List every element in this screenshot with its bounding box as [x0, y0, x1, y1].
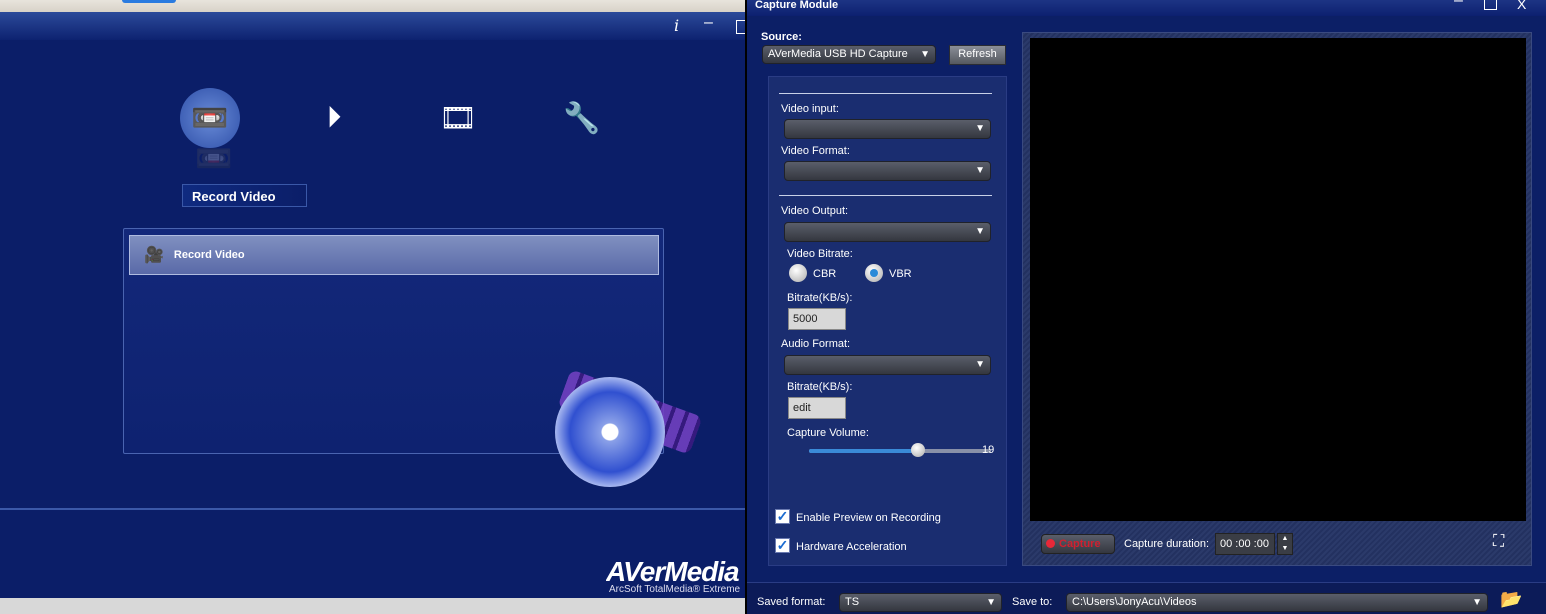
maximize-button[interactable] — [736, 20, 745, 34]
info-button[interactable]: i — [674, 16, 679, 35]
taskbar-button — [122, 0, 176, 3]
nav-settings[interactable]: 🔧 — [552, 88, 612, 148]
audio-format-dropdown[interactable]: ▼ — [784, 355, 991, 375]
capture-button-label: Capture — [1059, 538, 1101, 550]
video-output-dropdown[interactable]: ▼ — [784, 222, 991, 242]
video-tape-icon: 📼 — [191, 101, 229, 135]
nav-play[interactable]: ⏵ — [304, 88, 364, 148]
minimize-button[interactable]: – — [704, 14, 713, 32]
enable-preview-label: Enable Preview on Recording — [796, 512, 941, 524]
hardware-acceleration-checkbox[interactable]: ✓ — [775, 538, 790, 553]
disc-decoration-icon — [555, 377, 665, 487]
minimize-button[interactable]: – — [1454, 0, 1463, 10]
divider — [0, 508, 745, 510]
cbr-radio[interactable] — [789, 264, 807, 282]
vbr-radio[interactable] — [865, 264, 883, 282]
close-button[interactable]: X — [1517, 0, 1526, 12]
chevron-down-icon[interactable]: ▼ — [1278, 544, 1292, 554]
fullscreen-icon[interactable]: ⛶ — [1493, 533, 1504, 551]
video-bitrate-kb-label: Bitrate(KB/s): — [787, 292, 853, 304]
camcorder-icon: 🎥 — [144, 247, 164, 264]
source-dropdown[interactable]: AVerMedia USB HD Capture ▼ — [762, 45, 936, 64]
video-bitrate-label: Video Bitrate: — [787, 248, 853, 260]
wrench-icon: 🔧 — [563, 101, 601, 135]
play-icon: ⏵ — [326, 101, 342, 134]
reflection: 📼 — [195, 141, 233, 174]
nav-record-video[interactable]: 📼 — [180, 88, 240, 148]
active-section-label: Record Video — [182, 184, 307, 207]
maximize-button[interactable] — [1484, 0, 1497, 10]
preview-frame: Capture Capture duration: 00 :00 :00 ▲ ▼ … — [1022, 32, 1532, 566]
film-strip-icon: 🎞 — [438, 101, 478, 135]
video-output-label: Video Output: — [781, 205, 849, 217]
capture-duration-label: Capture duration: — [1124, 538, 1209, 550]
save-to-dropdown[interactable]: C:\Users\JonyAcu\Videos ▼ — [1066, 593, 1488, 612]
slider-handle[interactable] — [911, 443, 926, 457]
nav-edit-film[interactable]: 🎞 — [428, 88, 488, 148]
capture-button[interactable]: Capture — [1041, 534, 1115, 554]
video-preview — [1030, 38, 1526, 521]
cbr-label: CBR — [813, 268, 837, 280]
capture-volume-label: Capture Volume: — [787, 427, 869, 439]
chevron-down-icon: ▼ — [975, 123, 985, 134]
chevron-down-icon: ▼ — [975, 165, 985, 176]
chevron-down-icon: ▼ — [975, 226, 985, 237]
record-icon — [1046, 539, 1055, 548]
slider-fill — [809, 449, 919, 453]
video-format-label: Video Format: — [781, 145, 850, 157]
video-input-dropdown[interactable]: ▼ — [784, 119, 991, 139]
enable-preview-checkbox[interactable]: ✓ — [775, 509, 790, 524]
saved-format-dropdown[interactable]: TS ▼ — [839, 593, 1002, 612]
capture-duration-input[interactable]: 00 :00 :00 — [1215, 533, 1275, 555]
settings-panel: Video input: ▼ Video Format: ▼ Video Out… — [768, 76, 1007, 566]
capture-volume-value: 19 — [982, 444, 995, 456]
duration-spinner[interactable]: ▲ ▼ — [1277, 533, 1293, 555]
audio-format-label: Audio Format: — [781, 338, 851, 350]
source-label: Source: — [761, 31, 802, 43]
record-video-item-label: Record Video — [173, 249, 245, 261]
background-desktop-strip — [0, 0, 745, 12]
chevron-down-icon: ▼ — [975, 359, 985, 370]
chevron-down-icon: ▼ — [1472, 597, 1482, 608]
window-title: Capture Module — [747, 0, 1546, 16]
save-to-label: Save to: — [1012, 596, 1053, 608]
video-input-label: Video input: — [781, 103, 839, 115]
save-to-value: C:\Users\JonyAcu\Videos — [1072, 596, 1197, 608]
audio-bitrate-label: Bitrate(KB/s): — [787, 381, 853, 393]
folder-browse-icon[interactable]: 📂 — [1500, 589, 1522, 610]
divider — [779, 195, 992, 196]
divider — [779, 93, 992, 94]
saved-format-value: TS — [845, 596, 860, 608]
record-video-item[interactable]: 🎥 Record Video — [129, 235, 659, 275]
chevron-up-icon[interactable]: ▲ — [1278, 534, 1292, 544]
video-format-dropdown[interactable]: ▼ — [784, 161, 991, 181]
background-taskbar — [0, 598, 745, 614]
chevron-down-icon: ▼ — [920, 49, 930, 60]
refresh-button[interactable]: Refresh — [949, 45, 1006, 65]
chevron-down-icon: ▼ — [986, 597, 996, 608]
totalmedia-main-window: i – 📼 📼 ⏵ 🎞 🔧 Record Video 🎥 Record Vide… — [0, 12, 745, 614]
hardware-acceleration-label: Hardware Acceleration — [796, 541, 907, 553]
capture-volume-slider[interactable] — [809, 443, 991, 457]
logo-subtitle: ArcSoft TotalMedia® Extreme — [609, 584, 741, 595]
capture-module-window: Capture Module – X Source: AVerMedia USB… — [745, 0, 1546, 614]
vbr-label: VBR — [889, 268, 912, 280]
audio-bitrate-input[interactable]: edit — [788, 397, 846, 419]
saved-format-label: Saved format: — [757, 596, 826, 608]
title-bar: i – — [0, 12, 745, 40]
source-value: AVerMedia USB HD Capture — [768, 48, 908, 60]
video-bitrate-input[interactable]: 5000 — [788, 308, 846, 330]
save-options-bar: Saved format: TS ▼ Save to: C:\Users\Jony… — [747, 582, 1546, 614]
